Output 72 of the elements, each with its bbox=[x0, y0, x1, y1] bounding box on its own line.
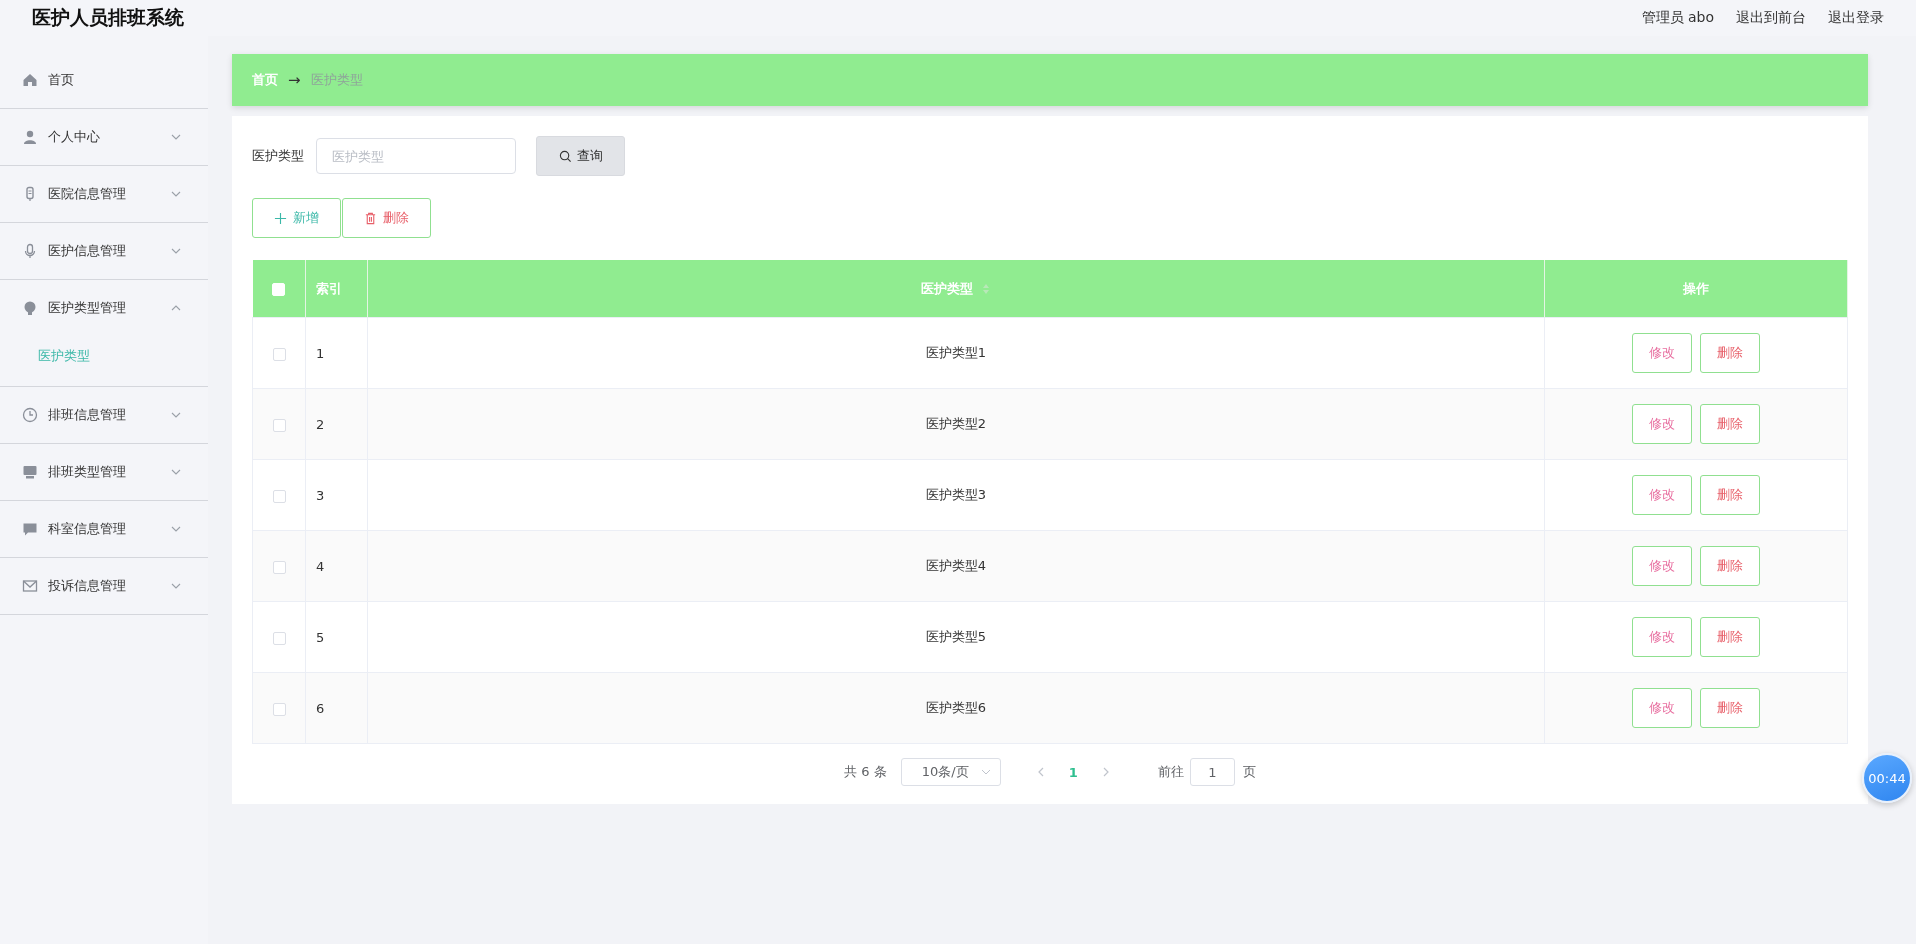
row-checkbox[interactable] bbox=[272, 489, 286, 503]
page-number[interactable]: 1 bbox=[1068, 764, 1078, 780]
page-suffix: 页 bbox=[1242, 763, 1256, 781]
breadcrumb-link[interactable]: 医护类型 bbox=[310, 71, 363, 89]
submenu-item[interactable]: 医护类型 bbox=[0, 336, 208, 386]
breadcrumb-separator: → bbox=[288, 71, 301, 89]
mic-icon bbox=[22, 243, 38, 259]
column-header: 索引 bbox=[305, 260, 368, 318]
goto-label: 前往 bbox=[1157, 763, 1184, 781]
bulb-icon bbox=[22, 300, 38, 316]
table-cell: 医护类型5 bbox=[367, 601, 1545, 673]
table-cell: 3 bbox=[305, 459, 368, 531]
trash-icon bbox=[364, 211, 377, 225]
table-cell: 6 bbox=[305, 672, 368, 744]
delete-button[interactable]: 删除 bbox=[1700, 688, 1760, 728]
sidebar-item[interactable]: 投诉信息管理 bbox=[0, 558, 208, 614]
row-checkbox[interactable] bbox=[272, 347, 286, 361]
header-link[interactable]: 退出登录 bbox=[1828, 9, 1884, 27]
sidebar-item[interactable]: 医院信息管理 bbox=[0, 166, 208, 222]
search-icon bbox=[558, 149, 572, 163]
table-cell: 4 bbox=[305, 530, 368, 602]
edit-button[interactable]: 修改 bbox=[1632, 475, 1692, 515]
sort-icon[interactable] bbox=[981, 283, 991, 295]
user-name: 管理员 abo bbox=[1641, 9, 1714, 27]
sidebar-item[interactable]: 医护类型管理 bbox=[0, 280, 208, 336]
table-cell: 2 bbox=[305, 388, 368, 460]
delete-button[interactable]: 删除 bbox=[1700, 475, 1760, 515]
search-button[interactable]: 查询 bbox=[536, 136, 625, 176]
column-header: 操作 bbox=[1544, 260, 1848, 318]
header-link[interactable]: 退出到前台 bbox=[1736, 9, 1806, 27]
search-label: 医护类型 bbox=[252, 147, 304, 165]
table-cell: 5 bbox=[305, 601, 368, 673]
user-icon bbox=[22, 129, 38, 145]
delete-button[interactable]: 删除 bbox=[342, 198, 431, 238]
delete-button[interactable]: 删除 bbox=[1700, 546, 1760, 586]
add-button[interactable]: 新增 bbox=[252, 198, 341, 238]
table-cell: 医护类型4 bbox=[367, 530, 1545, 602]
edit-button[interactable]: 修改 bbox=[1632, 333, 1692, 373]
table-cell: 1 bbox=[305, 317, 368, 389]
page-input[interactable]: 1 bbox=[1189, 758, 1235, 786]
plus-icon bbox=[274, 211, 287, 225]
table-cell: 医护类型2 bbox=[367, 388, 1545, 460]
sidebar-item[interactable]: 个人中心 bbox=[0, 109, 208, 165]
chat-icon bbox=[22, 521, 38, 537]
search-field[interactable]: 医护类型 bbox=[316, 138, 516, 174]
table-cell: 医护类型6 bbox=[367, 672, 1545, 744]
sidebar-item[interactable]: 医护信息管理 bbox=[0, 223, 208, 279]
monitor-icon bbox=[22, 464, 38, 480]
row-checkbox[interactable] bbox=[272, 631, 286, 645]
delete-button[interactable]: 删除 bbox=[1700, 617, 1760, 657]
sidebar-item[interactable]: 排班类型管理 bbox=[0, 444, 208, 500]
mail-icon bbox=[22, 578, 38, 594]
edit-button[interactable]: 修改 bbox=[1632, 546, 1692, 586]
table-cell: 医护类型3 bbox=[367, 459, 1545, 531]
home-icon bbox=[22, 72, 38, 88]
row-checkbox[interactable] bbox=[272, 702, 286, 716]
page-size-select[interactable]: 10条/页 bbox=[900, 758, 1001, 786]
row-checkbox[interactable] bbox=[272, 560, 286, 574]
clock-icon bbox=[22, 407, 38, 423]
edit-button[interactable]: 修改 bbox=[1632, 688, 1692, 728]
total-count: 共 6 条 bbox=[844, 763, 887, 781]
sidebar-item[interactable]: 排班信息管理 bbox=[0, 387, 208, 443]
edit-button[interactable]: 修改 bbox=[1632, 617, 1692, 657]
select-all-checkbox[interactable] bbox=[272, 283, 286, 296]
delete-button[interactable]: 删除 bbox=[1700, 404, 1760, 444]
table-cell: 医护类型1 bbox=[367, 317, 1545, 389]
row-checkbox[interactable] bbox=[272, 418, 286, 432]
sidebar-item[interactable]: 首页 bbox=[0, 52, 208, 108]
sidebar-item[interactable]: 科室信息管理 bbox=[0, 501, 208, 557]
delete-button[interactable]: 删除 bbox=[1700, 333, 1760, 373]
app-title: 医护人员排班系统 bbox=[32, 5, 184, 30]
edit-button[interactable]: 修改 bbox=[1632, 404, 1692, 444]
